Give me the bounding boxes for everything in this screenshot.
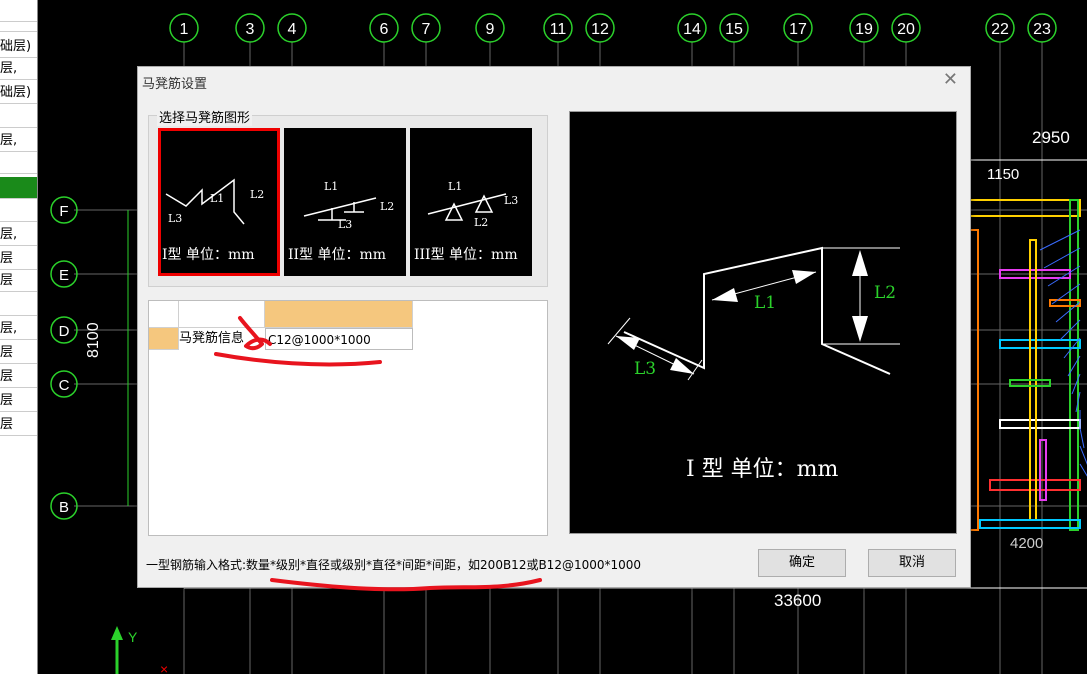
grid-row-header-cell [149,328,179,350]
floor-item[interactable]: 层 [0,366,37,388]
floor-item[interactable] [0,152,37,174]
axis-letter-label: D [59,323,70,340]
tile2-l1: L1 [324,180,338,193]
stool-bar-settings-dialog: 马凳筋设置 ✕ 选择马凳筋图形 L1 L2 L3 I型 单位：mm L1 L2 … [137,66,971,588]
preview-l1: L1 [754,293,776,313]
preview-l3: L3 [634,359,656,379]
tile1-l1: L1 [210,192,224,205]
axis-number-label: 19 [855,21,873,38]
input-format-hint: 一型钢筋输入格式:数量*级别*直径或级别*直径*间距*间距，如200B12或B1… [146,558,642,572]
tile3-l1: L1 [448,180,462,193]
tile1-l3: L3 [168,212,182,225]
floor-item[interactable]: 层, [0,224,37,246]
floor-item[interactable]: 层 [0,248,37,270]
axis-letter-label: F [59,203,68,220]
svg-text:×: × [160,661,168,674]
close-icon[interactable]: ✕ [943,69,958,90]
tile3-caption: III型 单位：mm [414,247,518,263]
preview-l2: L2 [874,283,896,303]
tile1-l2: L2 [250,188,264,201]
dim-bottom-text: 33600 [774,591,821,610]
tile2-l2: L2 [380,200,394,213]
shape-type-1-tile[interactable]: L1 L2 L3 I型 单位：mm [158,128,280,276]
dim-left-text: 8100 [85,322,102,358]
axis-number-label: 17 [789,21,807,38]
floor-item[interactable]: 层 [0,414,37,436]
floor-item[interactable] [0,200,37,222]
ucs-icon: Y × [111,626,168,674]
axis-number-label: 7 [422,21,431,38]
grid-header-cell [179,301,265,328]
axis-number-label: 20 [897,21,915,38]
dim-right-small-text: 1150 [987,166,1019,183]
axis-number-label: 3 [246,21,255,38]
axis-number-label: 14 [683,21,701,38]
tile3-l3: L3 [504,194,518,207]
axis-number-label: 11 [550,21,567,38]
axis-number-label: 22 [991,21,1009,38]
shape-group-label: 选择马凳筋图形 [157,107,253,126]
axis-number-label: 15 [725,21,743,38]
floor-item[interactable]: 础层) [0,82,37,104]
preview-caption: I 型 单位：mm [686,457,839,482]
floor-item[interactable] [0,106,37,128]
tile2-l3: L3 [338,218,352,231]
tile3-l2: L2 [474,216,488,229]
floor-item[interactable]: 层, [0,318,37,340]
grid-corner-cell [149,301,179,328]
floor-item[interactable]: 层 [0,270,37,292]
ucs-y-label: Y [128,629,138,645]
axis-number-label: 12 [591,21,609,38]
axis-number-bubbles: 1 3 4 6 7 9 11 12 14 15 17 19 20 22 23 [169,13,1057,43]
dim-top-right-text: 2950 [1032,128,1070,147]
grid-header-selected-cell [265,301,413,328]
tile1-caption: I型 单位：mm [162,247,255,263]
axis-number-label: 9 [486,21,495,38]
axis-letter-label: B [59,499,69,516]
floor-item[interactable]: 层 [0,390,37,412]
floor-item[interactable]: 层, [0,130,37,152]
floor-list-panel: 础层) 层, 础层) 层, 层, 层层层, 层层层层 [0,0,38,674]
axis-number-label: 1 [180,21,189,38]
floor-item[interactable]: 础层) [0,36,37,58]
floor-item[interactable] [0,10,37,32]
floor-item-active[interactable] [0,177,37,199]
axis-number-label: 4 [288,21,297,38]
floor-item[interactable]: 层 [0,342,37,364]
tile2-caption: II型 单位：mm [288,247,387,263]
axis-letter-label: C [59,377,70,394]
shape-type-3-tile[interactable]: L1 L2 L3 III型 单位：mm [410,128,532,276]
shape-type-2-tile[interactable]: L1 L2 L3 II型 单位：mm [284,128,406,276]
axis-letter-label: E [59,267,69,284]
stool-bar-info-grid: 马凳筋信息 C12@1000*1000 [148,300,548,536]
ok-button[interactable]: 确定 [758,549,846,577]
axis-number-label: 23 [1033,21,1051,38]
stool-bar-info-value-cell[interactable]: C12@1000*1000 [265,328,413,350]
dialog-title: 马凳筋设置 [142,77,208,92]
floor-item[interactable] [0,294,37,316]
cancel-button[interactable]: 取消 [868,549,956,577]
axis-letter-bubbles: F E D C B [50,196,78,520]
dim-bottom-right-text: 4200 [1010,535,1043,552]
stool-bar-info-label: 马凳筋信息 [179,331,245,346]
floor-item[interactable]: 层, [0,58,37,80]
shape-selection-group: 选择马凳筋图形 L1 L2 L3 I型 单位：mm L1 L2 L3 II型 单… [148,107,548,287]
shape-preview-panel: L1 L2 L3 I 型 单位：mm [569,111,957,534]
axis-number-label: 6 [380,21,389,38]
